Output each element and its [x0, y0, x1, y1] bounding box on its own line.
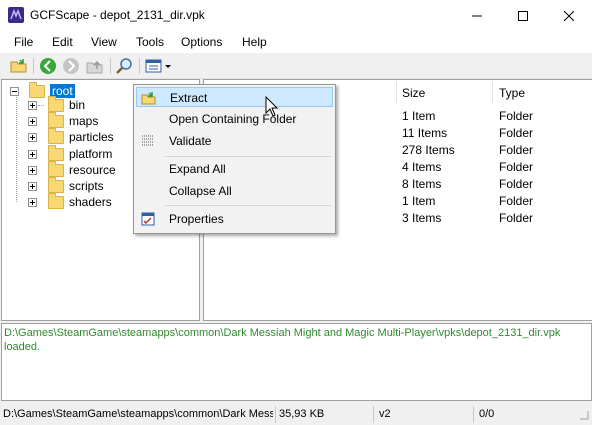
status-path: D:\Games\SteamGame\steamapps\common\Dark…	[3, 408, 273, 420]
ctx-extract[interactable]: Extract	[136, 87, 333, 107]
ctx-expand-all[interactable]: Expand All	[136, 159, 333, 179]
tree-node-resource[interactable]: resource	[28, 160, 116, 178]
row-size: 1 Item	[402, 109, 436, 123]
row-type: Folder	[499, 126, 534, 140]
tree-node-label[interactable]: maps	[69, 114, 98, 128]
collapse-toggle-icon[interactable]	[10, 86, 19, 96]
row-size: 11 Items	[402, 126, 448, 140]
expand-toggle-icon[interactable]	[28, 165, 37, 175]
context-menu: Extract Open Containing Folder Validate …	[133, 84, 336, 234]
row-type: Folder	[499, 109, 534, 123]
log-output[interactable]: D:\Games\SteamGame\steamapps\common\Dark…	[1, 323, 592, 401]
close-button[interactable]	[546, 0, 592, 31]
forward-icon[interactable]	[62, 57, 80, 75]
ctx-validate[interactable]: Validate	[136, 131, 333, 151]
folder-icon	[48, 144, 64, 161]
expand-toggle-icon[interactable]	[28, 132, 37, 142]
expand-toggle-icon[interactable]	[28, 197, 37, 207]
toolbar	[0, 53, 592, 79]
tree-node-particles[interactable]: particles	[28, 127, 114, 145]
tree-node-bin[interactable]: bin	[28, 95, 85, 113]
tree-node-shaders[interactable]: shaders	[28, 192, 112, 210]
tree-node-label[interactable]: shaders	[69, 195, 112, 209]
row-size: 3 Items	[402, 211, 442, 225]
folder-icon	[48, 111, 64, 128]
log-line: loaded.	[4, 341, 41, 353]
minimize-icon	[472, 15, 482, 16]
status-version: v2	[379, 408, 391, 420]
tree-node-scripts[interactable]: scripts	[28, 176, 104, 194]
open-icon[interactable]	[10, 57, 28, 75]
row-type: Folder	[499, 143, 534, 157]
menu-file[interactable]: File	[14, 35, 33, 49]
menu-edit[interactable]: Edit	[52, 35, 73, 49]
row-size: 1 Item	[402, 194, 436, 208]
menu-bar: File Edit View Tools Options Help	[0, 31, 592, 53]
back-icon[interactable]	[39, 57, 57, 75]
tree-node-label[interactable]: scripts	[69, 179, 104, 193]
ctx-validate-label: Validate	[169, 134, 212, 148]
close-icon	[564, 10, 574, 21]
resize-grip-icon[interactable]	[578, 409, 590, 421]
view-mode-icon[interactable]	[145, 57, 163, 75]
tree-node-label[interactable]: bin	[69, 98, 85, 112]
folder-icon	[48, 127, 64, 144]
maximize-button[interactable]	[500, 0, 546, 31]
ctx-expand-all-label: Expand All	[169, 162, 226, 176]
menu-options[interactable]: Options	[181, 35, 222, 49]
menu-tools[interactable]: Tools	[136, 35, 164, 49]
row-size: 278 Items	[402, 143, 455, 157]
menu-help[interactable]: Help	[242, 35, 267, 49]
status-size: 35,93 KB	[279, 408, 325, 420]
ctx-properties-label: Properties	[169, 212, 224, 226]
row-type: Folder	[499, 177, 534, 191]
folder-icon	[29, 81, 45, 98]
tree-node-label[interactable]: particles	[69, 130, 114, 144]
mouse-cursor-icon	[265, 96, 279, 117]
row-size: 4 Items	[402, 160, 442, 174]
status-count: 0/0	[479, 408, 495, 420]
ctx-properties[interactable]: Properties	[136, 209, 333, 229]
folder-icon	[48, 160, 64, 177]
row-type: Folder	[499, 160, 534, 174]
column-header-type[interactable]: Type	[499, 86, 525, 100]
properties-icon	[141, 212, 155, 226]
app-icon	[8, 7, 24, 23]
column-header-size[interactable]: Size	[402, 86, 425, 100]
search-icon[interactable]	[115, 57, 133, 75]
ctx-extract-label: Extract	[170, 91, 208, 105]
tree-node-platform[interactable]: platform	[28, 144, 112, 162]
folder-icon	[48, 95, 64, 112]
tree-node-label[interactable]: resource	[69, 163, 116, 177]
status-bar: D:\Games\SteamGame\steamapps\common\Dark…	[0, 403, 592, 425]
row-type: Folder	[499, 194, 534, 208]
validate-icon	[142, 135, 154, 146]
folder-icon	[48, 176, 64, 193]
row-type: Folder	[499, 211, 534, 225]
expand-toggle-icon[interactable]	[28, 116, 37, 126]
maximize-icon	[518, 10, 528, 21]
expand-toggle-icon[interactable]	[28, 181, 37, 191]
up-icon[interactable]	[86, 57, 104, 75]
row-size: 8 Items	[402, 177, 442, 191]
ctx-collapse-all[interactable]: Collapse All	[136, 181, 333, 201]
ctx-collapse-all-label: Collapse All	[169, 184, 232, 198]
extract-icon	[141, 92, 156, 105]
title-bar: GCFScape - depot_2131_dir.vpk	[0, 0, 592, 31]
dropdown-arrow-icon[interactable]	[164, 57, 172, 75]
ctx-open-containing-folder[interactable]: Open Containing Folder	[136, 109, 333, 129]
tree-node-label[interactable]: platform	[69, 147, 112, 161]
tree-node-maps[interactable]: maps	[28, 111, 98, 129]
folder-icon	[48, 192, 64, 209]
expand-toggle-icon[interactable]	[28, 100, 37, 110]
minimize-button[interactable]	[454, 0, 500, 31]
log-line: D:\Games\SteamGame\steamapps\common\Dark…	[4, 327, 561, 339]
expand-toggle-icon[interactable]	[28, 149, 37, 159]
window-title: GCFScape - depot_2131_dir.vpk	[30, 8, 205, 22]
menu-view[interactable]: View	[91, 35, 117, 49]
